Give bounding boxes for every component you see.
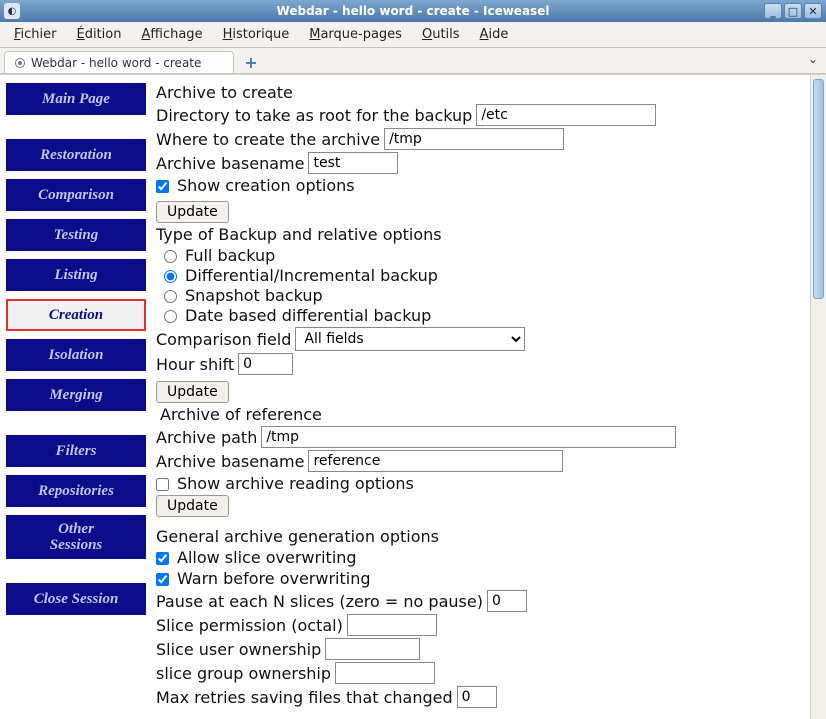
update-button-1[interactable]: Update: [156, 201, 229, 223]
backup-type-full-label: Full backup: [185, 246, 275, 265]
show-create-opts-checkbox[interactable]: [156, 180, 169, 193]
backup-type-snap-label: Snapshot backup: [185, 286, 323, 305]
hour-shift-label: Hour shift: [156, 355, 234, 374]
window-minimize-button[interactable]: _: [764, 3, 782, 19]
app-icon: ◐: [4, 3, 20, 19]
show-create-opts-label: Show creation options: [177, 176, 355, 195]
sidebar: Main Page Restoration Comparison Testing Lis…: [0, 75, 152, 719]
heading-general: General archive generation options: [156, 527, 808, 546]
window-titlebar: ◐ Webdar - hello word - create - Iceweas…: [0, 0, 826, 22]
menu-historique[interactable]: Historique: [215, 25, 298, 44]
window-maximize-button[interactable]: □: [784, 3, 802, 19]
tab-favicon-icon: [15, 58, 25, 68]
slice-group-input[interactable]: [335, 662, 435, 684]
sidebar-item-comparison[interactable]: Comparison: [6, 179, 146, 211]
ref-path-label: Archive path: [156, 428, 257, 447]
slice-group-label: slice group ownership: [156, 664, 331, 683]
menu-aide[interactable]: Aide: [472, 25, 517, 44]
sidebar-item-creation[interactable]: Creation: [6, 299, 146, 331]
slice-perm-input[interactable]: [347, 614, 437, 636]
heading-backup-type: Type of Backup and relative options: [156, 225, 808, 244]
update-button-2[interactable]: Update: [156, 381, 229, 403]
tab-label: Webdar - hello word - create: [31, 56, 201, 70]
where-input[interactable]: [384, 128, 564, 150]
all-tabs-button[interactable]: ⌄: [808, 52, 818, 66]
scrollbar-thumb[interactable]: [813, 79, 824, 299]
show-read-opts-label: Show archive reading options: [177, 474, 414, 493]
max-retries-label: Max retries saving files that changed: [156, 688, 453, 707]
pause-input[interactable]: [487, 590, 527, 612]
show-read-opts-checkbox[interactable]: [156, 478, 169, 491]
page-content: Main Page Restoration Comparison Testing Lis…: [0, 74, 826, 719]
menu-marque-pages[interactable]: Marque-pages: [301, 25, 410, 44]
warn-overwrite-label: Warn before overwriting: [177, 569, 371, 588]
pause-label: Pause at each N slices (zero = no pause): [156, 592, 483, 611]
warn-overwrite-checkbox[interactable]: [156, 573, 169, 586]
window-close-button[interactable]: ✕: [804, 3, 822, 19]
window-title: Webdar - hello word - create - Iceweasel: [0, 4, 826, 18]
sidebar-item-isolation[interactable]: Isolation: [6, 339, 146, 371]
comparison-field-label: Comparison field: [156, 330, 291, 349]
menu-outils[interactable]: Outils: [414, 25, 468, 44]
sidebar-item-filters[interactable]: Filters: [6, 435, 146, 467]
slice-perm-label: Slice permission (octal): [156, 616, 343, 635]
backup-type-snap-radio[interactable]: [164, 290, 177, 303]
tab-active[interactable]: Webdar - hello word - create: [4, 51, 234, 73]
comparison-field-select[interactable]: All fields: [295, 327, 525, 351]
menu-fichier[interactable]: Fichier: [6, 25, 65, 44]
new-tab-button[interactable]: +: [240, 51, 262, 73]
vertical-scrollbar[interactable]: [810, 75, 826, 719]
basename-input[interactable]: [308, 152, 398, 174]
sidebar-item-close-session[interactable]: Close Session: [6, 583, 146, 615]
tab-bar: Webdar - hello word - create + ⌄: [0, 48, 826, 74]
backup-type-date-radio[interactable]: [164, 310, 177, 323]
ref-basename-input[interactable]: [308, 450, 563, 472]
sidebar-item-main-page[interactable]: Main Page: [6, 83, 146, 115]
menubar: FichierÉditionAffichage HistoriqueMarque-…: [0, 22, 826, 48]
sidebar-item-testing[interactable]: Testing: [6, 219, 146, 251]
dir-root-input[interactable]: [476, 104, 656, 126]
ref-path-input[interactable]: [261, 426, 676, 448]
allow-overwrite-checkbox[interactable]: [156, 552, 169, 565]
hour-shift-input[interactable]: [238, 353, 293, 375]
heading-archive-create: Archive to create: [156, 83, 808, 102]
update-button-3[interactable]: Update: [156, 495, 229, 517]
sidebar-item-merging[interactable]: Merging: [6, 379, 146, 411]
backup-type-diff-radio[interactable]: [164, 270, 177, 283]
slice-user-label: Slice user ownership: [156, 640, 321, 659]
sidebar-item-restoration[interactable]: Restoration: [6, 139, 146, 171]
slice-user-input[interactable]: [325, 638, 420, 660]
sidebar-item-other-sessions[interactable]: OtherSessions: [6, 515, 146, 559]
backup-type-diff-label: Differential/Incremental backup: [185, 266, 438, 285]
backup-type-date-label: Date based differential backup: [185, 306, 431, 325]
main-form: Archive to create Directory to take as r…: [152, 75, 826, 719]
where-label: Where to create the archive: [156, 130, 380, 149]
max-retries-input[interactable]: [457, 686, 497, 708]
allow-overwrite-label: Allow slice overwriting: [177, 548, 357, 567]
sidebar-item-repositories[interactable]: Repositories: [6, 475, 146, 507]
basename-label: Archive basename: [156, 154, 304, 173]
menu-affichage[interactable]: Affichage: [133, 25, 210, 44]
sidebar-item-listing[interactable]: Listing: [6, 259, 146, 291]
backup-type-full-radio[interactable]: [164, 250, 177, 263]
ref-basename-label: Archive basename: [156, 452, 304, 471]
dir-root-label: Directory to take as root for the backup: [156, 106, 472, 125]
heading-ref: Archive of reference: [160, 405, 808, 424]
menu-édition[interactable]: Édition: [69, 25, 130, 44]
